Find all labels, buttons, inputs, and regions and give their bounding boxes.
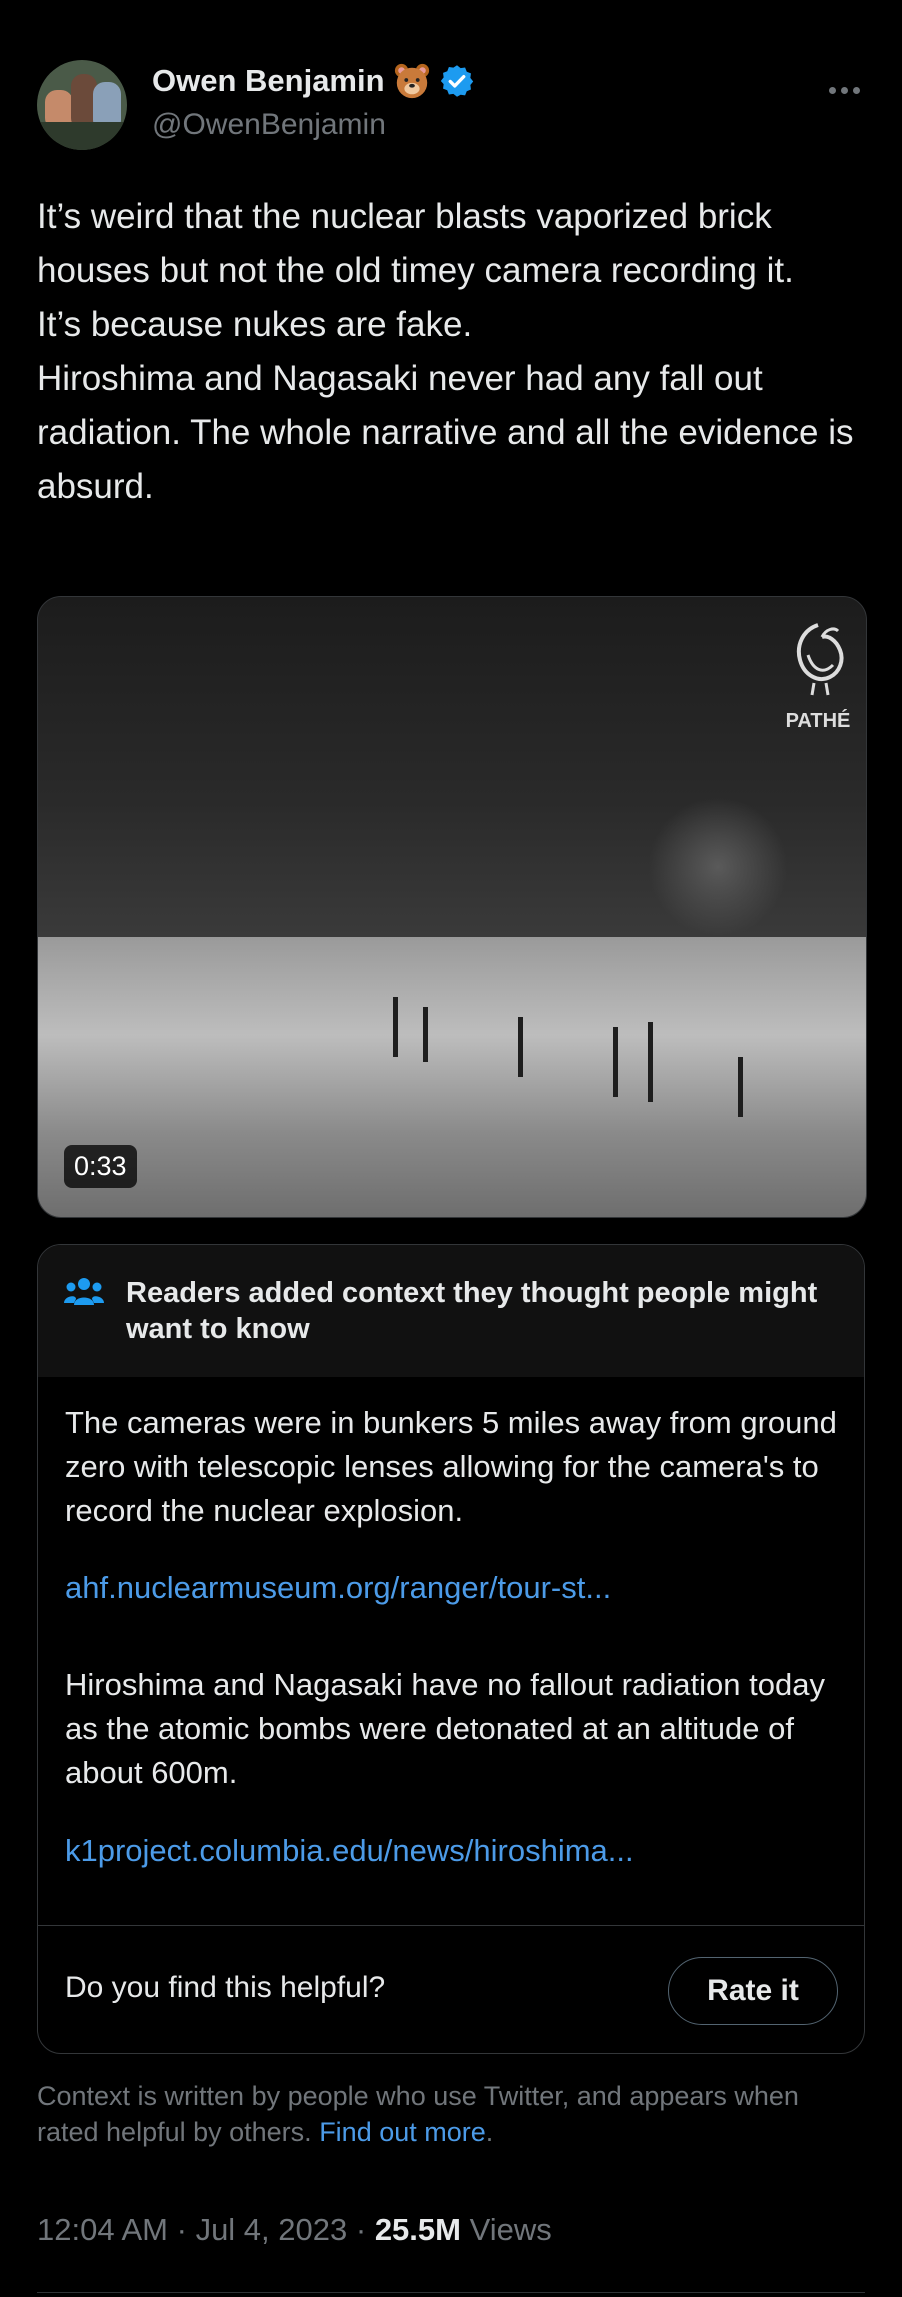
video-frame-post	[393, 997, 398, 1057]
context-footnote: Context is written by people who use Twi…	[37, 2078, 867, 2150]
video-frame-post	[518, 1017, 523, 1077]
community-note-title: Readers added context they thought peopl…	[126, 1277, 818, 1345]
video-frame-post	[738, 1057, 743, 1117]
community-note-body: Hiroshima and Nagasaki have no fallout r…	[65, 1663, 845, 1795]
video-player[interactable]: PATHÉ 0:33	[37, 596, 867, 1218]
more-options-icon[interactable]	[829, 80, 865, 100]
tweet-paragraph: It’s because nukes are fake.	[37, 305, 473, 344]
video-frame-post	[648, 1022, 653, 1102]
avatar[interactable]	[37, 60, 127, 150]
bear-face-icon	[394, 63, 429, 99]
tweet-time[interactable]: 12:04 AM	[37, 2212, 168, 2247]
verified-badge-icon	[440, 65, 473, 97]
people-icon	[64, 1278, 104, 1305]
pathe-rooster-logo-icon: PATHÉ	[786, 623, 851, 732]
video-frame-post	[423, 1007, 428, 1062]
helpful-prompt: Do you find this helpful?	[65, 1971, 386, 2004]
video-duration-badge: 0:33	[64, 1145, 137, 1188]
note-paragraph: Hiroshima and Nagasaki have no fallout r…	[65, 1667, 825, 1790]
rate-it-button[interactable]: Rate it	[668, 1957, 838, 2025]
community-note-header: Readers added context they thought peopl…	[38, 1245, 864, 1377]
tweet-paragraph: It’s weird that the nuclear blasts vapor…	[37, 197, 794, 290]
tweet-date[interactable]: Jul 4, 2023	[196, 2212, 348, 2247]
meta-separator: ·	[355, 2212, 367, 2247]
views-count: 25.5M	[374, 2212, 461, 2247]
divider	[38, 1925, 864, 1926]
tweet-text: It’s weird that the nuclear blasts vapor…	[37, 190, 867, 514]
community-note-body: The cameras were in bunkers 5 miles away…	[65, 1401, 845, 1533]
footnote-period: .	[485, 2117, 494, 2147]
divider	[37, 2292, 865, 2293]
tweet-meta: 12:04 AM · Jul 4, 2023 · 25.5M Views	[37, 2212, 552, 2248]
views-label: Views	[469, 2212, 552, 2247]
author-handle[interactable]: @OwenBenjamin	[152, 108, 386, 142]
video-frame-post	[613, 1027, 618, 1097]
community-note: Readers added context they thought peopl…	[37, 1244, 865, 2054]
author-name-row: Owen Benjamin	[152, 62, 475, 100]
note-paragraph: The cameras were in bunkers 5 miles away…	[65, 1405, 837, 1528]
author-name[interactable]: Owen Benjamin	[152, 63, 385, 99]
find-out-more-link[interactable]: Find out more	[319, 2117, 486, 2147]
tweet-header: Owen Benjamin @OwenBenjamin	[37, 60, 865, 150]
meta-separator: ·	[176, 2212, 187, 2247]
note-source-link[interactable]: ahf.nuclearmuseum.org/ranger/tour-st...	[65, 1570, 611, 1606]
tweet-paragraph: Hiroshima and Nagasaki never had any fal…	[37, 359, 854, 506]
note-source-link[interactable]: k1project.columbia.edu/news/hiroshima...	[65, 1833, 634, 1869]
watermark-text: PATHÉ	[786, 709, 851, 732]
video-frame-smoke	[648, 797, 788, 937]
